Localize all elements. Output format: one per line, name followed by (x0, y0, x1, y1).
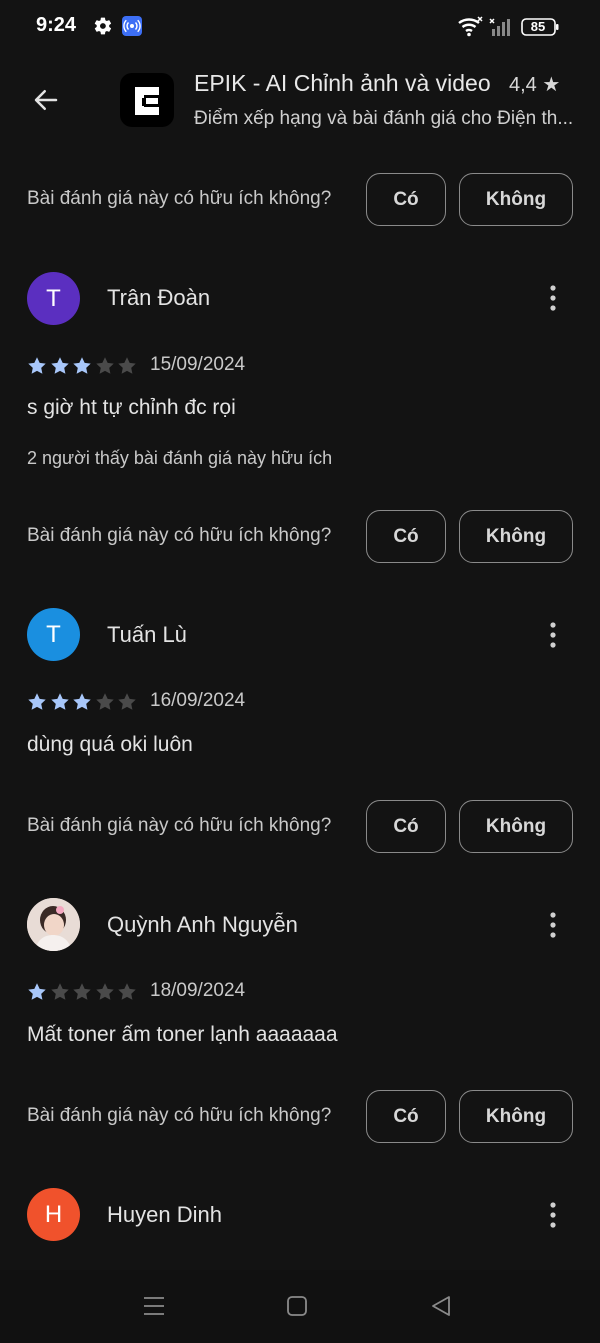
more-vert-icon (550, 912, 556, 938)
status-time: 9:24 (36, 14, 77, 36)
review-date: 18/09/2024 (150, 980, 246, 1001)
helpful-row: Bài đánh giá này có hữu ích không? Có Kh… (0, 800, 600, 854)
star-filled-icon (50, 693, 69, 710)
helpful-yes-button[interactable]: Có (366, 800, 446, 853)
helpful-no-button[interactable]: Không (459, 1090, 573, 1143)
gear-icon (94, 17, 112, 35)
battery-level: 85 (530, 19, 546, 34)
reviewer-name: Quỳnh Anh Nguyễn (107, 912, 298, 937)
star-filled-icon (28, 357, 46, 374)
helpful-no-button[interactable]: Không (459, 173, 573, 226)
more-options-button[interactable] (538, 278, 568, 318)
helpful-row: Bài đánh giá này có hữu ích không? Có Kh… (0, 1090, 600, 1144)
helpful-row: Bài đánh giá này có hữu ích không? Có Kh… (0, 173, 600, 227)
arrow-left-icon (34, 90, 58, 110)
home-icon[interactable] (286, 1295, 308, 1317)
helpful-question: Bài đánh giá này có hữu ích không? (27, 188, 332, 209)
star-empty-icon (118, 693, 136, 710)
star-rating (26, 981, 139, 1003)
star-empty-icon (50, 983, 69, 1000)
system-nav-bar (0, 1270, 600, 1343)
helpful-no-button[interactable]: Không (459, 510, 573, 563)
star-filled-icon (73, 693, 91, 710)
reviewer-name: Tuấn Lù (107, 622, 187, 647)
more-vert-icon (550, 285, 556, 311)
helpful-question: Bài đánh giá này có hữu ích không? (27, 1105, 332, 1126)
avatar-photo (27, 898, 80, 951)
helpful-yes-button[interactable]: Có (366, 1090, 446, 1143)
more-options-button[interactable] (538, 905, 568, 945)
reviewer-name: Huyen Dinh (107, 1202, 222, 1227)
back-triangle-icon[interactable] (429, 1294, 453, 1318)
more-options-button[interactable] (538, 615, 568, 655)
avatar: H (27, 1188, 80, 1241)
star-empty-icon (118, 983, 136, 1000)
star-filled-icon (28, 693, 46, 710)
app-logo (120, 73, 174, 127)
helpful-yes-button[interactable]: Có (366, 173, 446, 226)
wifi-icon (458, 16, 483, 37)
star-rating (26, 355, 139, 377)
app-subtitle: Điểm xếp hạng và bài đánh giá cho Điện t… (194, 108, 574, 129)
app-rating: 4,4 ★ (509, 74, 561, 96)
recent-apps-icon[interactable] (142, 1294, 166, 1318)
helpful-question: Bài đánh giá này có hữu ích không? (27, 815, 332, 836)
avatar: T (27, 272, 80, 325)
review-text: s giờ ht tự chỉnh đc rọi (27, 396, 236, 419)
star-empty-icon (73, 983, 91, 1000)
star-filled-icon (28, 983, 46, 1000)
more-vert-icon (550, 622, 556, 648)
avatar: T (27, 608, 80, 661)
status-bar: 9:24 85 (0, 0, 600, 56)
star-filled-icon (50, 357, 69, 374)
review-text: Mất toner ấm toner lạnh aaaaaaa (27, 1023, 338, 1046)
star-empty-icon (95, 983, 114, 1000)
star-rating (26, 691, 139, 713)
helpful-no-button[interactable]: Không (459, 800, 573, 853)
review-date: 15/09/2024 (150, 354, 246, 375)
review-date: 16/09/2024 (150, 690, 246, 711)
helpful-yes-button[interactable]: Có (366, 510, 446, 563)
signal-icon (489, 18, 510, 36)
battery-icon: 85 (521, 17, 559, 37)
more-options-button[interactable] (538, 1195, 568, 1235)
helpful-row: Bài đánh giá này có hữu ích không? Có Kh… (0, 510, 600, 564)
star-filled-icon (73, 357, 91, 374)
cast-icon (122, 16, 142, 36)
star-empty-icon (95, 693, 114, 710)
helpful-count: 2 người thấy bài đánh giá này hữu ích (27, 448, 333, 468)
helpful-question: Bài đánh giá này có hữu ích không? (27, 525, 332, 546)
back-button[interactable] (24, 80, 68, 120)
review-text: dùng quá oki luôn (27, 733, 193, 756)
more-vert-icon (550, 1202, 556, 1228)
star-empty-icon (118, 357, 136, 374)
reviewer-name: Trân Đoàn (107, 285, 211, 310)
star-empty-icon (95, 357, 114, 374)
app-title: EPIK - AI Chỉnh ảnh và video (194, 70, 491, 96)
